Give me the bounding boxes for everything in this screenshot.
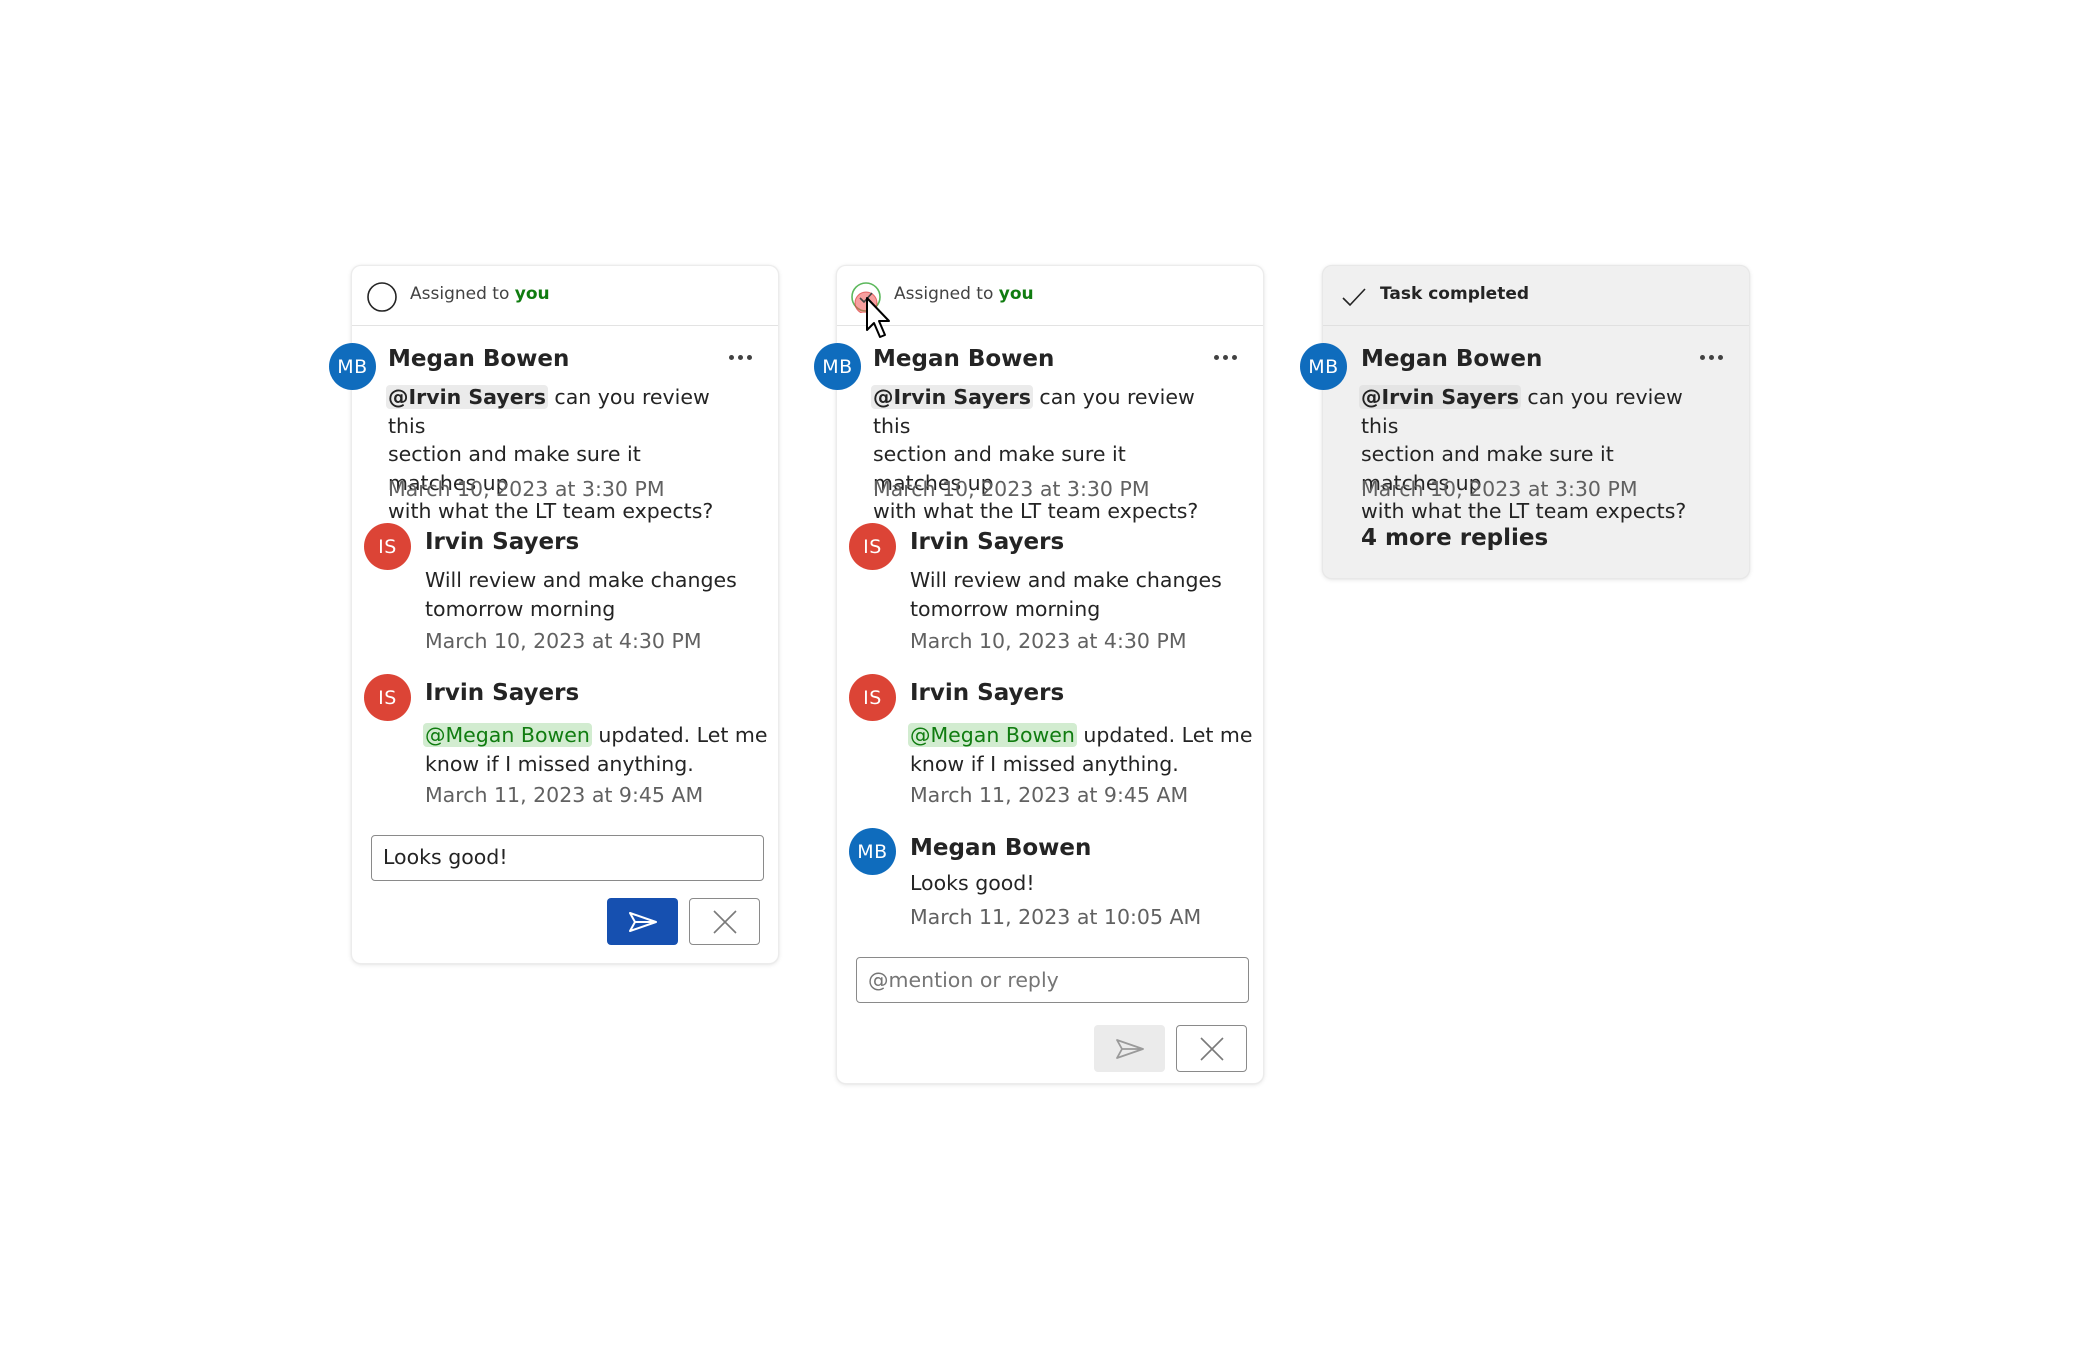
comment-body: @Irvin Sayers can you review this sectio… <box>386 383 733 526</box>
card-header: Assigned to you <box>352 266 778 326</box>
mouse-cursor-icon <box>866 297 890 338</box>
more-dot <box>738 355 743 360</box>
comment-line: Will review and make changes <box>425 568 737 592</box>
comment-line: tomorrow morning <box>910 596 1101 621</box>
send-icon <box>1115 1038 1144 1059</box>
more-dot <box>1709 355 1714 360</box>
comment-author: Megan Bowen <box>1361 346 1543 372</box>
card-header: Assigned to you <box>837 266 1263 326</box>
mention-chip[interactable]: @Irvin Sayers <box>1359 385 1521 409</box>
mention-chip[interactable]: @Megan Bowen <box>908 723 1077 747</box>
avatar: MB <box>329 343 376 390</box>
comment-line: @Irvin Sayers can you review this <box>1359 383 1706 440</box>
more-dot <box>729 355 734 360</box>
comment-timestamp: March 10, 2023 at 4:30 PM <box>425 629 702 653</box>
empty-circle-icon[interactable] <box>366 281 398 313</box>
comment-body: @Irvin Sayers can you review this sectio… <box>871 383 1218 526</box>
more-replies-link[interactable]: 4 more replies <box>1361 525 1548 551</box>
comment-body: @Megan Bowen updated. Let me know if I m… <box>423 721 770 778</box>
comment-author: Irvin Sayers <box>425 529 580 555</box>
more-dot <box>1232 355 1237 360</box>
comment-author: Megan Bowen <box>873 346 1055 372</box>
comment-body: @Irvin Sayers can you review this sectio… <box>1359 383 1706 526</box>
comment-body: @Megan Bowen updated. Let me know if I m… <box>908 721 1255 778</box>
more-dot <box>1700 355 1705 360</box>
reply-input[interactable]: Looks good! <box>371 835 764 881</box>
more-options-button[interactable] <box>1699 353 1725 363</box>
comment-timestamp: March 11, 2023 at 9:45 AM <box>425 783 704 807</box>
mention-chip[interactable]: @Megan Bowen <box>423 723 592 747</box>
avatar: IS <box>364 523 411 570</box>
comment-line: with what the LT team expects? <box>1361 499 1687 523</box>
mention-chip[interactable]: @Irvin Sayers <box>871 385 1033 409</box>
comment-timestamp: March 10, 2023 at 3:30 PM <box>388 477 665 501</box>
comment-line: with what the LT team expects? <box>873 499 1199 523</box>
assignee-you: you <box>514 284 550 304</box>
send-button-disabled[interactable] <box>1094 1025 1165 1072</box>
avatar: MB <box>814 343 861 390</box>
avatar: IS <box>849 674 896 721</box>
reply-input[interactable] <box>856 957 1249 1003</box>
comment-line: with what the LT team expects? <box>388 499 714 523</box>
comment-author: Irvin Sayers <box>425 680 580 706</box>
close-icon <box>712 909 737 934</box>
comment-timestamp: March 10, 2023 at 4:30 PM <box>910 629 1187 653</box>
more-options-button[interactable] <box>1213 353 1239 363</box>
card-header: Task completed <box>1323 266 1749 326</box>
more-dot <box>747 355 752 360</box>
avatar: MB <box>849 828 896 875</box>
comment-card-completed: Task completed MB Megan Bowen @Irvin Say… <box>1300 265 1750 579</box>
assignee-you: you <box>998 284 1034 304</box>
comment-line: @Megan Bowen updated. Let me <box>908 721 1255 750</box>
comment-author: Irvin Sayers <box>910 529 1065 555</box>
cancel-button[interactable] <box>1176 1025 1247 1072</box>
comment-timestamp: March 10, 2023 at 3:30 PM <box>873 477 1150 501</box>
assigned-label: Assigned to you <box>894 284 1034 304</box>
avatar: MB <box>1300 343 1347 390</box>
more-dot <box>1214 355 1219 360</box>
avatar: IS <box>364 674 411 721</box>
comment-line: @Irvin Sayers can you review this <box>871 383 1218 440</box>
comment-timestamp: March 11, 2023 at 10:05 AM <box>910 905 1202 929</box>
mention-chip[interactable]: @Irvin Sayers <box>386 385 548 409</box>
comment-text: updated. Let me <box>1076 723 1253 747</box>
checkmark-icon <box>1342 288 1366 307</box>
comment-line: tomorrow morning <box>425 596 616 621</box>
comment-timestamp: March 11, 2023 at 9:45 AM <box>910 783 1189 807</box>
comment-line: Will review and make changes <box>910 568 1222 592</box>
assigned-prefix: Assigned to <box>894 284 999 304</box>
more-dot <box>1718 355 1723 360</box>
comment-card-open: Assigned to you MB Megan Bowen @Irvin Sa… <box>329 265 779 964</box>
comment-text: updated. Let me <box>591 723 768 747</box>
more-options-button[interactable] <box>728 353 754 363</box>
comment-card-completing: Assigned to you MB Megan Bowen @Irvin Sa… <box>814 265 1264 1084</box>
more-dot <box>1223 355 1228 360</box>
task-completed-label: Task completed <box>1380 284 1530 304</box>
comment-body: Will review and make changes tomorrow mo… <box>425 566 770 623</box>
send-icon <box>628 911 657 932</box>
comment-timestamp: March 10, 2023 at 3:30 PM <box>1361 477 1638 501</box>
comment-line: know if I missed anything. <box>910 751 1179 776</box>
comment-body: Looks good! <box>910 869 1255 898</box>
comment-author: Irvin Sayers <box>910 680 1065 706</box>
avatar: IS <box>849 523 896 570</box>
comment-author: Megan Bowen <box>388 346 570 372</box>
comment-line: know if I missed anything. <box>425 751 694 776</box>
comment-author: Megan Bowen <box>910 835 1092 861</box>
comment-line: @Irvin Sayers can you review this <box>386 383 733 440</box>
comment-body: Will review and make changes tomorrow mo… <box>910 566 1255 623</box>
send-button[interactable] <box>607 898 678 945</box>
assigned-prefix: Assigned to <box>410 284 515 304</box>
comment-line: @Megan Bowen updated. Let me <box>423 721 770 750</box>
assigned-label: Assigned to you <box>410 284 550 304</box>
comment-line: Looks good! <box>910 871 1035 895</box>
cancel-button[interactable] <box>689 898 760 945</box>
close-icon <box>1199 1036 1224 1061</box>
